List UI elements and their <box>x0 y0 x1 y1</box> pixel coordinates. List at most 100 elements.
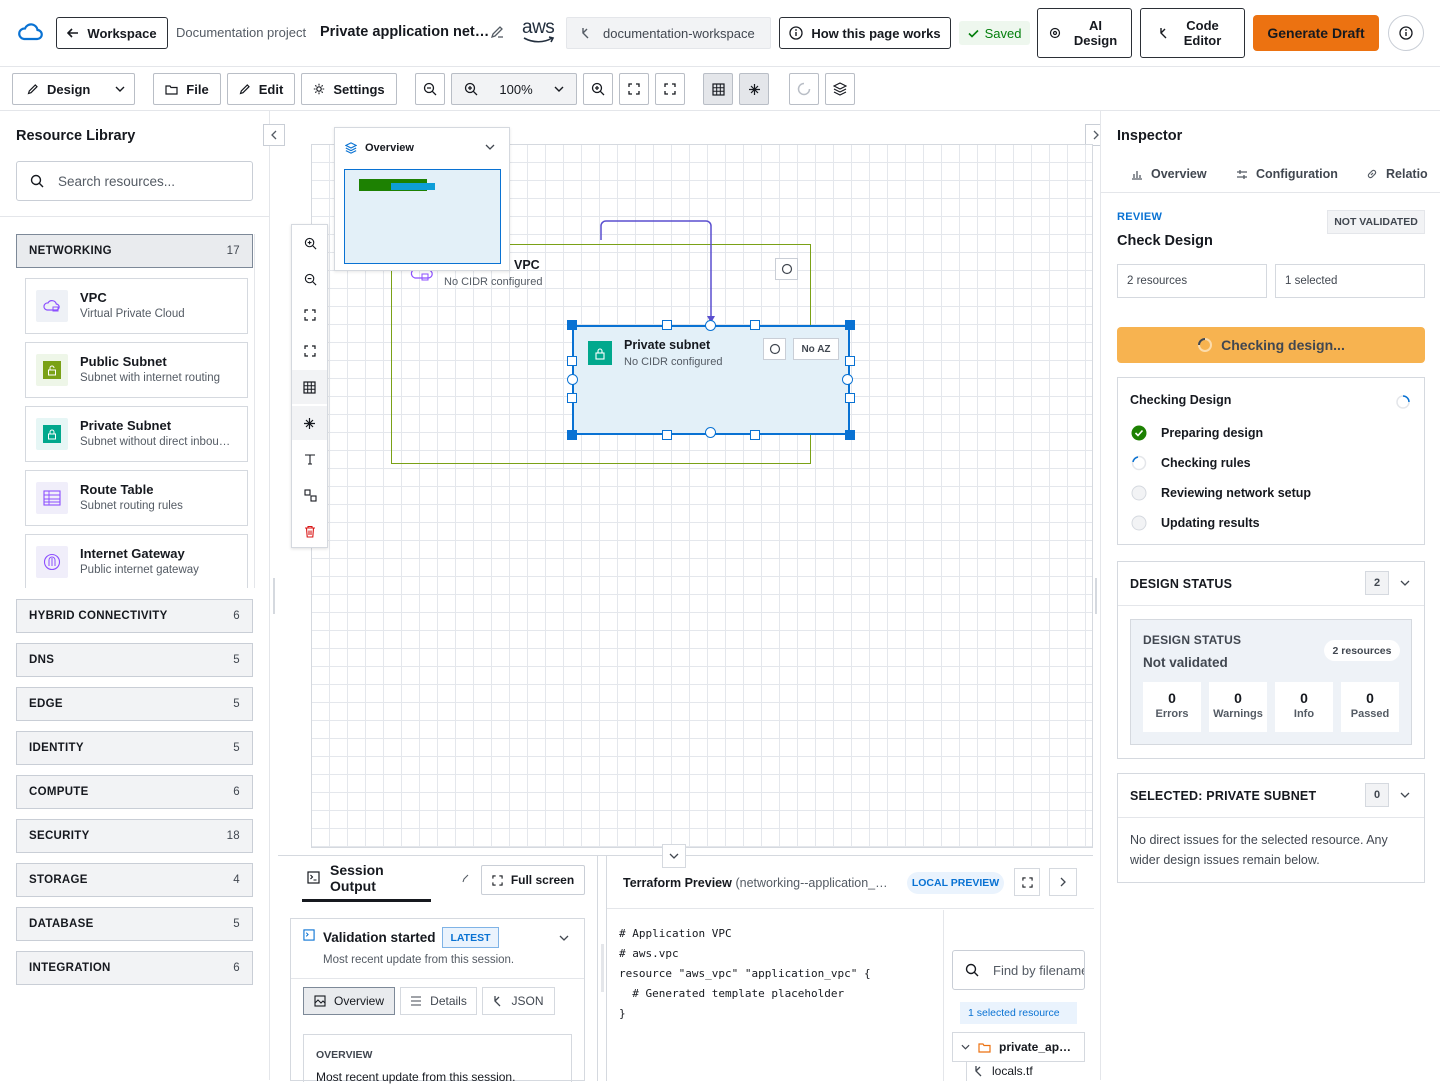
category-dns[interactable]: DNS 5 <box>16 643 253 677</box>
left-resize-handle[interactable] <box>273 578 275 614</box>
zoom-in-button[interactable] <box>583 73 613 105</box>
category-compute[interactable]: COMPUTE 6 <box>16 775 253 809</box>
delete-tool[interactable] <box>298 519 322 543</box>
minimap-panel[interactable]: Overview <box>334 127 510 271</box>
chevron-down-icon[interactable] <box>559 935 569 941</box>
category-edge[interactable]: EDGE 5 <box>16 687 253 721</box>
layers-button[interactable] <box>825 73 855 105</box>
zoom-in-tool[interactable] <box>298 231 322 255</box>
resize-handle[interactable] <box>750 430 760 440</box>
cloud-logo-icon[interactable] <box>17 22 43 42</box>
resize-handle[interactable] <box>662 430 672 440</box>
connection-point[interactable] <box>842 374 853 385</box>
vpc-status-button[interactable] <box>775 258 798 280</box>
resize-handle[interactable] <box>845 320 855 330</box>
resize-handle[interactable] <box>845 393 855 403</box>
category-security[interactable]: SECURITY 18 <box>16 819 253 853</box>
connection-point[interactable] <box>705 427 716 438</box>
file-row[interactable]: locals.tf <box>974 1064 1033 1078</box>
fit-view-tool[interactable] <box>298 303 322 327</box>
resize-handle[interactable] <box>567 320 577 330</box>
ai-design-button[interactable]: AI Design <box>1037 8 1132 58</box>
text-tool[interactable] <box>298 447 322 471</box>
category-integration[interactable]: INTEGRATION 6 <box>16 951 253 985</box>
resource-item-public-subnet[interactable]: Public Subnet Subnet with internet routin… <box>25 342 248 398</box>
file-search-field[interactable]: Find by filename <box>952 950 1085 990</box>
selected-resource-filter[interactable]: 1 selected resource <box>960 1002 1077 1024</box>
subtab-overview[interactable]: Overview <box>303 987 395 1015</box>
panel-resize-handle[interactable] <box>601 944 604 992</box>
category-name: DNS <box>29 654 55 666</box>
resize-handle[interactable] <box>567 430 577 440</box>
project-name[interactable]: Documentation project <box>176 25 306 40</box>
loading-indicator-button[interactable] <box>789 73 819 105</box>
category-hybrid-connectivity[interactable]: HYBRID CONNECTIVITY 6 <box>16 599 253 633</box>
chevron-down-icon[interactable] <box>1400 792 1410 798</box>
snap-tool[interactable] <box>292 406 327 440</box>
subnet-az-badge: No AZ <box>793 338 839 360</box>
snap-toggle-button[interactable] <box>739 73 769 105</box>
connection-point[interactable] <box>567 374 578 385</box>
connector-tool[interactable] <box>298 483 322 507</box>
terraform-fullscreen-button[interactable] <box>1014 868 1040 896</box>
workspace-chip[interactable]: documentation-workspace <box>566 17 771 49</box>
fullscreen-button[interactable] <box>655 73 685 105</box>
terraform-expand-button[interactable] <box>1049 868 1077 896</box>
resize-handle[interactable] <box>750 320 760 330</box>
terraform-code[interactable]: # Application VPC # aws.vpc resource "aw… <box>619 924 871 1024</box>
grid-tool[interactable] <box>292 370 327 404</box>
connection-point[interactable] <box>705 320 716 331</box>
grid-toggle-button[interactable] <box>703 73 733 105</box>
tab-configuration[interactable]: Configuration <box>1236 167 1338 181</box>
fullscreen-tool[interactable] <box>298 339 322 363</box>
resource-item-internet-gateway[interactable]: Internet Gateway Public internet gateway <box>25 534 248 588</box>
chevron-down-icon[interactable] <box>1400 580 1410 586</box>
zoom-out-tool[interactable] <box>298 267 322 291</box>
code-editor-button[interactable]: Code Editor <box>1140 8 1245 58</box>
workspace-back-button[interactable]: Workspace <box>56 17 168 49</box>
folder-row[interactable]: private_ap… <box>952 1032 1085 1062</box>
resource-item-route-table[interactable]: Route Table Subnet routing rules <box>25 470 248 526</box>
session-output-tab[interactable]: Session Output <box>302 856 431 902</box>
zoom-out-button[interactable] <box>415 73 445 105</box>
category-networking[interactable]: NETWORKING 17 <box>16 234 253 268</box>
connection-line[interactable] <box>596 216 716 328</box>
design-status-header[interactable]: DESIGN STATUS 2 <box>1118 562 1424 606</box>
selected-resource-header[interactable]: SELECTED: PRIVATE SUBNET 0 <box>1118 774 1424 818</box>
resize-handle[interactable] <box>567 356 577 366</box>
category-identity[interactable]: IDENTITY 5 <box>16 731 253 765</box>
resize-handle[interactable] <box>845 356 855 366</box>
chevron-down-icon[interactable] <box>485 144 495 150</box>
subtab-details[interactable]: Details <box>400 987 477 1015</box>
how-this-page-works-button[interactable]: How this page works <box>779 17 951 49</box>
resource-item-vpc[interactable]: VPC Virtual Private Cloud <box>25 278 248 334</box>
generate-draft-button[interactable]: Generate Draft <box>1253 15 1379 51</box>
resize-handle[interactable] <box>845 430 855 440</box>
zoom-level-select[interactable]: 100% <box>451 73 577 105</box>
category-storage[interactable]: STORAGE 4 <box>16 863 253 897</box>
tab-relationships[interactable]: Relatio <box>1366 167 1440 181</box>
settings-menu-button[interactable]: Settings <box>301 73 397 105</box>
right-resize-handle[interactable] <box>1095 578 1097 614</box>
gear-icon <box>313 83 325 95</box>
resize-handle[interactable] <box>662 320 672 330</box>
pencil-icon[interactable] <box>462 873 470 883</box>
minimap-viewport[interactable] <box>344 169 501 264</box>
scrollbar-track[interactable] <box>254 234 255 588</box>
resource-search-field[interactable]: Search resources... <box>16 161 253 201</box>
fit-to-screen-button[interactable] <box>619 73 649 105</box>
resource-item-private-subnet[interactable]: Private Subnet Subnet without direct inbo… <box>25 406 248 462</box>
category-database[interactable]: DATABASE 5 <box>16 907 253 941</box>
subtab-json[interactable]: JSON <box>482 987 555 1015</box>
edit-menu-button[interactable]: Edit <box>227 73 295 105</box>
edit-title-pencil-icon[interactable] <box>489 24 505 40</box>
design-select[interactable]: Design <box>12 73 135 105</box>
checking-design-button[interactable]: Checking design... <box>1117 327 1425 363</box>
full-screen-button[interactable]: Full screen <box>481 865 585 895</box>
resize-handle[interactable] <box>567 393 577 403</box>
file-menu-button[interactable]: File <box>153 73 221 105</box>
tab-overview[interactable]: Overview <box>1131 167 1207 181</box>
subnet-status-button[interactable] <box>763 338 786 360</box>
info-circle-button[interactable] <box>1388 15 1424 51</box>
collapse-left-button[interactable] <box>263 124 285 146</box>
